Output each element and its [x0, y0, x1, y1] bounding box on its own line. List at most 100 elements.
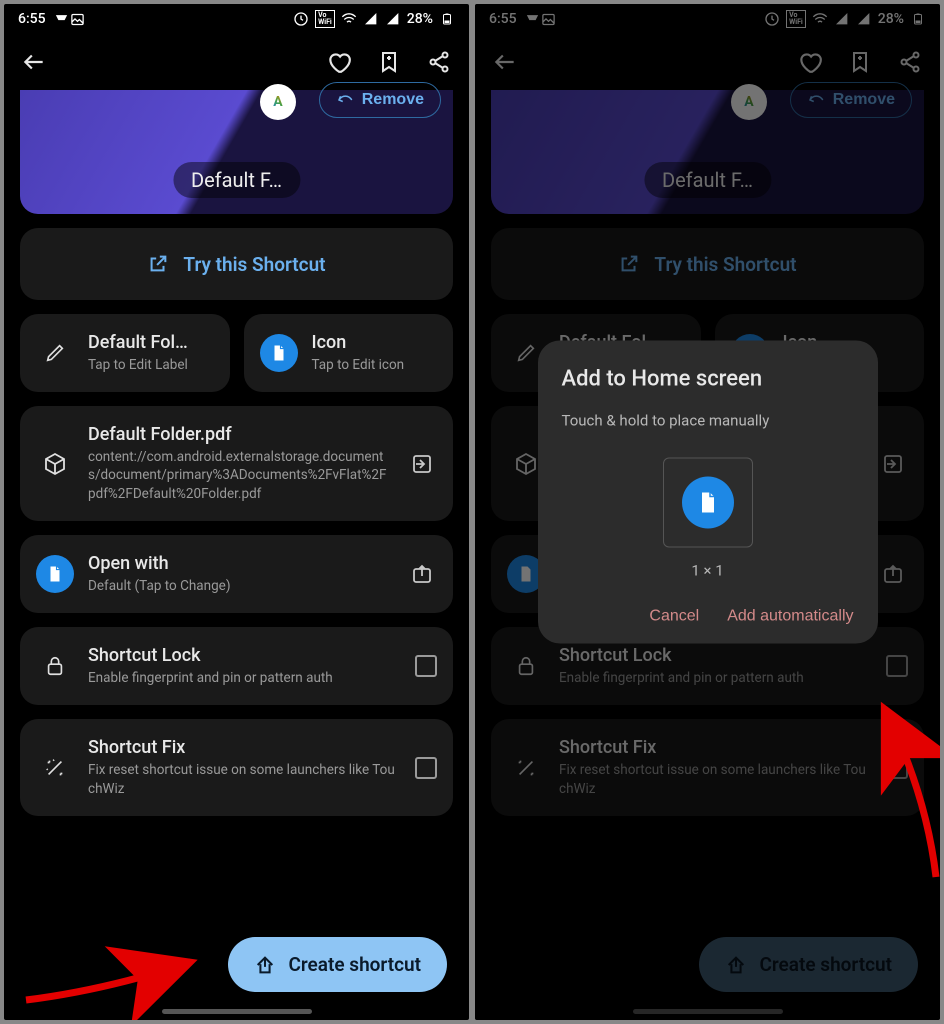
status-time: 6:55: [489, 11, 517, 27]
lock-checkbox[interactable]: [886, 655, 908, 677]
create-shortcut-fab[interactable]: Create shortcut: [228, 937, 447, 992]
openwith-sub: Default (Tap to Change): [88, 577, 393, 595]
fix-checkbox[interactable]: [415, 757, 437, 779]
hero-banner: A Remove Default F…: [491, 90, 924, 214]
remove-label: Remove: [833, 91, 895, 109]
lock-icon: [507, 647, 545, 685]
message-icon: [54, 11, 70, 27]
fix-card[interactable]: Shortcut Fix Fix reset shortcut issue on…: [20, 719, 453, 815]
fix-card[interactable]: Shortcut Fix Fix reset shortcut issue on…: [491, 719, 924, 815]
fix-sub: Fix reset shortcut issue on some launche…: [559, 761, 872, 797]
bookmark-button[interactable]: [840, 42, 880, 82]
create-shortcut-fab[interactable]: Create shortcut: [699, 937, 918, 992]
openwith-title: Open with: [88, 553, 393, 574]
signal-x-icon: [834, 11, 850, 27]
favorite-button[interactable]: [319, 42, 359, 82]
vowifi-badge: VoWiFi: [315, 10, 335, 28]
fix-title: Shortcut Fix: [88, 737, 401, 758]
lock-title: Shortcut Lock: [559, 645, 872, 666]
lock-title: Shortcut Lock: [88, 645, 401, 666]
signal-icon: [856, 11, 872, 27]
message-icon: [525, 11, 541, 27]
bookmark-button[interactable]: [369, 42, 409, 82]
lock-card[interactable]: Shortcut Lock Enable fingerprint and pin…: [20, 627, 453, 705]
vowifi-badge: VoWiFi: [786, 10, 806, 28]
wifi-icon: [341, 11, 357, 27]
file-icon: [36, 555, 74, 593]
status-bar: 6:55 VoWiFi 28%: [475, 4, 940, 34]
lock-sub: Enable fingerprint and pin or pattern au…: [88, 669, 401, 687]
try-shortcut-label: Try this Shortcut: [654, 253, 796, 276]
status-bar: 6:55 VoWiFi 28%: [4, 4, 469, 34]
hero-chip: Default F…: [644, 162, 771, 198]
lock-checkbox[interactable]: [415, 655, 437, 677]
lock-sub: Enable fingerprint and pin or pattern au…: [559, 669, 872, 687]
phone-left: 6:55 VoWiFi 28% A Remove Default F… Try …: [4, 4, 469, 1020]
app-avatar: A: [731, 84, 767, 120]
open-in-icon: [878, 559, 908, 589]
annotation-arrow: [16, 930, 216, 1010]
phone-right: 6:55 VoWiFi 28% A Remove Default F… Try …: [475, 4, 940, 1020]
icon-card[interactable]: Icon Tap to Edit icon: [244, 314, 454, 392]
battery-icon: [910, 11, 926, 27]
package-icon: [36, 445, 74, 483]
wand-icon: [507, 749, 545, 787]
widget-size: 1 × 1: [562, 561, 854, 579]
label-sub: Tap to Edit Label: [88, 356, 214, 374]
fab-label: Create shortcut: [759, 953, 892, 976]
back-button[interactable]: [14, 42, 54, 82]
try-shortcut-label: Try this Shortcut: [183, 253, 325, 276]
dialog-title: Add to Home screen: [562, 366, 854, 391]
lock-icon: [36, 647, 74, 685]
dialog-hint: Touch & hold to place manually: [562, 411, 854, 429]
battery-icon: [439, 11, 455, 27]
cancel-button[interactable]: Cancel: [649, 607, 699, 625]
wifi-icon: [812, 11, 828, 27]
hero-chip: Default F…: [173, 162, 300, 198]
fix-sub: Fix reset shortcut issue on some launche…: [88, 761, 401, 797]
signal-icon: [385, 11, 401, 27]
wand-icon: [36, 749, 74, 787]
app-avatar: A: [260, 84, 296, 120]
fix-checkbox[interactable]: [886, 757, 908, 779]
sync-icon: [764, 11, 780, 27]
remove-button[interactable]: Remove: [790, 82, 912, 118]
icon-sub: Tap to Edit icon: [312, 356, 438, 374]
home-indicator: [162, 1009, 312, 1014]
share-button[interactable]: [419, 42, 459, 82]
import-icon: [878, 449, 908, 479]
add-to-home-dialog: Add to Home screen Touch & hold to place…: [538, 340, 878, 643]
import-icon: [407, 449, 437, 479]
signal-x-icon: [363, 11, 379, 27]
fix-title: Shortcut Fix: [559, 737, 872, 758]
file-icon: [260, 334, 298, 372]
try-shortcut-button[interactable]: Try this Shortcut: [20, 228, 453, 300]
open-in-icon: [407, 559, 437, 589]
back-button[interactable]: [485, 42, 525, 82]
file-icon: [682, 476, 734, 528]
remove-label: Remove: [362, 91, 424, 109]
fab-label: Create shortcut: [288, 953, 421, 976]
status-time: 6:55: [18, 11, 46, 27]
openwith-card[interactable]: Open with Default (Tap to Change): [20, 535, 453, 613]
label-card[interactable]: Default Fol… Tap to Edit Label: [20, 314, 230, 392]
image-icon: [70, 11, 86, 27]
add-automatically-button[interactable]: Add automatically: [727, 607, 853, 625]
hero-banner: A Remove Default F…: [20, 90, 453, 214]
icon-title: Icon: [312, 332, 438, 353]
home-indicator: [633, 1009, 783, 1014]
pencil-icon: [36, 334, 74, 372]
label-title: Default Fol…: [88, 332, 214, 353]
file-card[interactable]: Default Folder.pdf content://com.android…: [20, 406, 453, 521]
battery-percent: 28%: [407, 11, 433, 27]
sync-icon: [293, 11, 309, 27]
widget-preview[interactable]: [663, 457, 753, 547]
share-button[interactable]: [890, 42, 930, 82]
image-icon: [541, 11, 557, 27]
battery-percent: 28%: [878, 11, 904, 27]
try-shortcut-button[interactable]: Try this Shortcut: [491, 228, 924, 300]
remove-button[interactable]: Remove: [319, 82, 441, 118]
favorite-button[interactable]: [790, 42, 830, 82]
file-title: Default Folder.pdf: [88, 424, 393, 445]
file-sub: content://com.android.externalstorage.do…: [88, 448, 393, 503]
